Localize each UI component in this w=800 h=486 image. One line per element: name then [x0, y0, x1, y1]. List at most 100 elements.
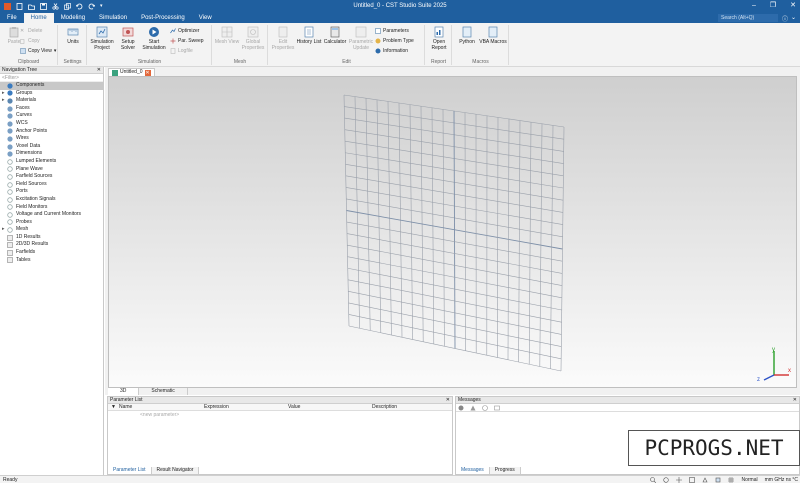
tree-item[interactable]: Farfields — [0, 249, 103, 257]
tree-item[interactable]: Faces — [0, 105, 103, 113]
restore-icon[interactable]: ❐ — [770, 2, 776, 10]
tree-item[interactable]: ▸Groups — [0, 90, 103, 98]
tree-filter-input[interactable]: <Filter> — [0, 74, 103, 82]
fit-view-icon[interactable] — [715, 477, 721, 483]
cut-icon[interactable] — [52, 3, 59, 10]
history-list-button[interactable]: History List — [295, 26, 323, 45]
pan-icon[interactable] — [676, 477, 682, 483]
column-value[interactable]: Value — [285, 404, 369, 410]
z-axis-label: z — [757, 377, 760, 383]
help-icon[interactable]: ⓘ — [782, 14, 788, 23]
grid-icon[interactable] — [728, 477, 734, 483]
search-input[interactable]: Search (Alt+Q) — [718, 14, 778, 22]
tree-item[interactable]: Farfield Sources — [0, 173, 103, 181]
tab-file[interactable]: File — [0, 13, 24, 23]
column-expression[interactable]: Expression — [201, 404, 285, 410]
tree-item[interactable]: ▸Materials — [0, 97, 103, 105]
optimizer-button[interactable]: Optimizer — [170, 28, 199, 34]
tree-item[interactable]: Plane Wave — [0, 166, 103, 174]
error-filter-icon[interactable] — [458, 405, 464, 411]
column-description[interactable]: Description — [369, 404, 449, 410]
tab-messages[interactable]: Messages — [456, 467, 490, 474]
parametric-update-button[interactable]: Parametric Update — [347, 26, 375, 51]
document-close-icon[interactable]: ✕ — [145, 70, 151, 76]
tree-item[interactable]: Field Sources — [0, 181, 103, 189]
tab-home[interactable]: Home — [24, 13, 54, 23]
tree-item[interactable]: Field Monitors — [0, 204, 103, 212]
3d-viewport[interactable]: y x z — [108, 76, 797, 388]
tree-item[interactable]: Lumped Elements — [0, 158, 103, 166]
tab-modeling[interactable]: Modeling — [54, 13, 92, 23]
column-name[interactable]: Name — [116, 404, 201, 410]
undo-icon[interactable] — [76, 3, 83, 10]
tree-item[interactable]: 2D/3D Results — [0, 241, 103, 249]
title-bar: ▾ Untitled_0 - CST Studio Suite 2025 – ❐… — [0, 0, 800, 13]
logfile-button[interactable]: Logfile — [170, 48, 193, 54]
tree-item[interactable]: Components — [0, 82, 103, 90]
global-properties-button[interactable]: Global Properties — [239, 26, 267, 51]
info-filter-icon[interactable] — [482, 405, 488, 411]
open-folder-icon[interactable] — [28, 3, 35, 10]
close-icon[interactable]: ✕ — [790, 2, 796, 10]
tree-item[interactable]: Ports — [0, 188, 103, 196]
parameters-button[interactable]: Parameters — [375, 28, 409, 34]
setup-solver-button[interactable]: Setup Solver — [114, 26, 142, 51]
open-report-button[interactable]: Open Report — [425, 26, 453, 51]
close-icon[interactable]: ✕ — [793, 397, 797, 404]
tree-item[interactable]: Anchor Points — [0, 128, 103, 136]
tab-3d[interactable]: 3D — [108, 388, 139, 395]
tab-schematic[interactable]: Schematic — [139, 388, 187, 395]
delete-button[interactable]: ✕Delete — [20, 28, 42, 34]
tree-item[interactable]: Tables — [0, 257, 103, 265]
mesh-view-button[interactable]: Mesh View — [213, 26, 241, 45]
information-button[interactable]: Information — [375, 48, 408, 54]
simulation-project-button[interactable]: Simulation Project — [88, 26, 116, 51]
warning-filter-icon[interactable] — [470, 405, 476, 411]
calculator-button[interactable]: Calculator — [321, 26, 349, 45]
tree-item[interactable]: ▸Mesh — [0, 226, 103, 234]
zoom-icon[interactable] — [650, 477, 656, 483]
document-tab[interactable]: Untitled_0 ✕ — [108, 68, 155, 76]
new-parameter-row[interactable]: <new parameter> — [108, 411, 452, 419]
close-icon[interactable]: ✕ — [97, 67, 101, 74]
settings-chevron-icon[interactable]: ⌄ — [791, 14, 796, 21]
tab-view[interactable]: View — [192, 13, 219, 23]
tree-item[interactable]: Curves — [0, 112, 103, 120]
filter-icon[interactable]: ▼ — [108, 404, 116, 410]
copy-icon[interactable] — [64, 3, 71, 10]
tab-simulation[interactable]: Simulation — [92, 13, 134, 23]
tab-result-navigator[interactable]: Result Navigator — [152, 467, 200, 474]
tree-item[interactable]: Probes — [0, 219, 103, 227]
vba-macros-button[interactable]: VBA Macros — [479, 26, 507, 45]
tab-parameter-list[interactable]: Parameter List — [108, 467, 152, 474]
reset-view-icon[interactable] — [702, 477, 708, 483]
customize-chevron-down-icon[interactable]: ▾ — [100, 3, 107, 10]
tree-item[interactable]: Excitation Signals — [0, 196, 103, 204]
start-simulation-button[interactable]: Start Simulation — [140, 26, 168, 51]
tab-post-processing[interactable]: Post-Processing — [134, 13, 192, 23]
redo-icon[interactable] — [88, 3, 95, 10]
problem-type-button[interactable]: Problem Type — [375, 38, 414, 44]
clear-messages-icon[interactable] — [494, 405, 500, 411]
tab-progress[interactable]: Progress — [490, 467, 521, 474]
units-button[interactable]: Units — [59, 26, 87, 45]
ribbon-tabs: File Home Modeling Simulation Post-Proce… — [0, 13, 800, 23]
new-file-icon[interactable] — [16, 3, 23, 10]
tree-item[interactable]: Dimensions — [0, 150, 103, 158]
rotate-icon[interactable] — [663, 477, 669, 483]
tree-item[interactable]: Voltage and Current Monitors — [0, 211, 103, 219]
edit-properties-button[interactable]: Edit Properties — [269, 26, 297, 51]
view-front-icon[interactable] — [689, 477, 695, 483]
y-axis-label: y — [772, 347, 775, 353]
tree-item[interactable]: Wires — [0, 135, 103, 143]
tree-item[interactable]: WCS — [0, 120, 103, 128]
par-sweep-button[interactable]: Par. Sweep — [170, 38, 204, 44]
save-icon[interactable] — [40, 3, 47, 10]
tree-item[interactable]: Voxel Data — [0, 143, 103, 151]
copy-view-button[interactable]: Copy View ▾ — [20, 48, 56, 54]
tree-item[interactable]: 1D Results — [0, 234, 103, 242]
close-icon[interactable]: ✕ — [446, 397, 450, 404]
minimize-icon[interactable]: – — [752, 2, 756, 10]
copy-button[interactable]: Copy — [20, 38, 40, 44]
python-button[interactable]: Python — [453, 26, 481, 45]
